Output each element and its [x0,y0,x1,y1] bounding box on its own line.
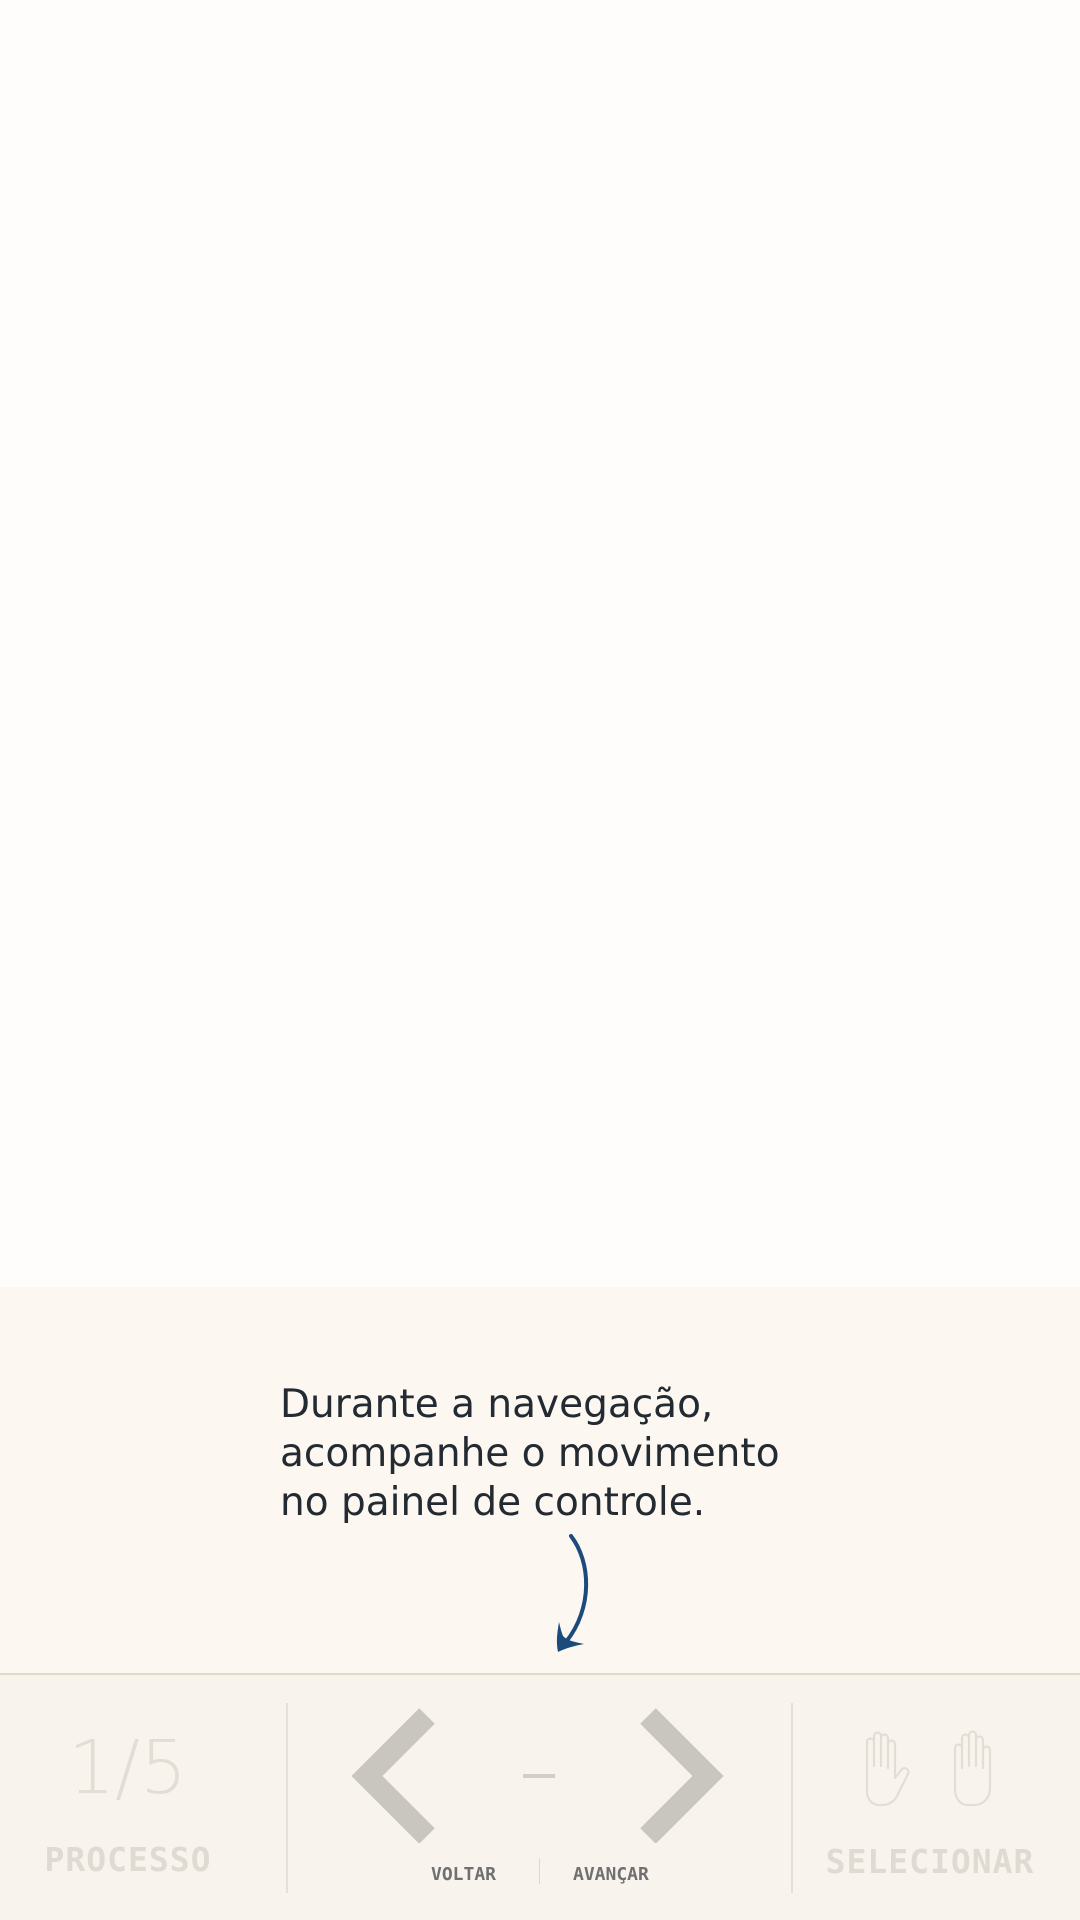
curved-arrow-icon [556,1534,589,1652]
hint-text: Durante a navegação, acompanhe o movimen… [280,1382,780,1525]
hand-left-icon[interactable] [853,1730,913,1808]
content-area [0,0,1080,1287]
forward-button[interactable] [635,1708,725,1843]
back-button[interactable] [350,1708,440,1843]
chevron-left-icon [351,1708,435,1843]
back-label[interactable]: VOLTAR [431,1864,496,1885]
chevron-right-icon [640,1708,724,1843]
process-counter: 1/5 [67,1725,188,1811]
forward-label[interactable]: AVANÇAR [573,1864,649,1885]
process-label: PROCESSO [44,1840,212,1879]
nav-label-separator [539,1858,540,1884]
hand-right-icon[interactable] [943,1730,1003,1808]
current-position-indicator [523,1774,555,1778]
divider-left [286,1703,288,1893]
divider-right [791,1703,793,1893]
select-label: SELECIONAR [825,1842,1035,1881]
